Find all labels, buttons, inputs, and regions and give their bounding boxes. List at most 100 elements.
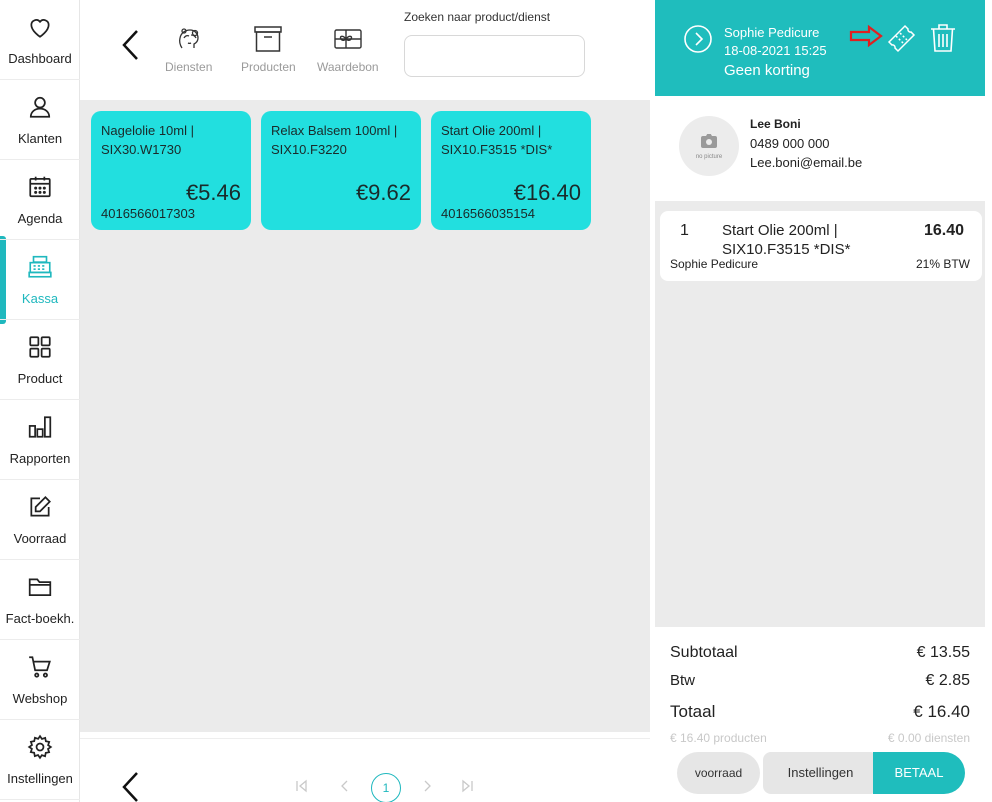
sidebar-item-rapporten[interactable]: Rapporten: [0, 400, 80, 480]
user-icon: [29, 96, 51, 118]
total-value: € 16.40: [913, 702, 970, 721]
sidebar-item-klanten[interactable]: Klanten: [0, 80, 80, 160]
back-chevron-icon[interactable]: [116, 769, 146, 802]
customer-phone: 0489 000 000: [750, 136, 830, 151]
subtotal-value: € 13.55: [916, 644, 970, 661]
annotation-arrow-icon: [849, 24, 883, 48]
grid-icon: [29, 336, 51, 358]
vat-row: Btw € 2.85: [670, 672, 970, 689]
products-amount: € 16.40 producten: [670, 731, 767, 745]
last-page-icon[interactable]: [460, 779, 474, 793]
cart-list: 1 Start Olie 200ml | SIX10.F3515 *DIS* 1…: [655, 201, 985, 627]
ticket-discount[interactable]: Geen korting: [724, 62, 810, 79]
sidebar-item-label: Product: [17, 371, 63, 386]
trash-icon[interactable]: [930, 23, 956, 53]
cart-icon: [29, 656, 51, 678]
tool-label: Waardebon: [317, 60, 379, 74]
tool-waardebon[interactable]: Waardebon: [317, 24, 379, 74]
ticket-icon[interactable]: [885, 22, 917, 54]
customer-name: Lee Boni: [750, 117, 801, 131]
avatar: no picture: [679, 116, 739, 176]
next-page-icon[interactable]: [420, 779, 434, 793]
tool-producten[interactable]: Producten: [241, 24, 296, 74]
sidebar-item-label: Instellingen: [7, 771, 73, 786]
sidebar-item-label: Fact-boekh.: [5, 611, 75, 626]
pay-button[interactable]: BETAAL: [873, 752, 965, 794]
face-icon: [178, 28, 199, 49]
bar-chart-icon: [28, 416, 52, 438]
search-label: Zoeken naar product/dienst: [404, 10, 551, 24]
product-card[interactable]: Nagelolie 10ml | SIX30.W1730 €5.46 40165…: [91, 111, 251, 230]
settings-button[interactable]: Instellingen: [763, 752, 878, 794]
stock-button[interactable]: voorraad: [677, 752, 760, 794]
sidebar-item-agenda[interactable]: Agenda: [0, 160, 80, 240]
toolbar: Diensten Producten Waardebon Zoeken naar…: [80, 0, 650, 96]
product-card[interactable]: Start Olie 200ml | SIX10.F3515 *DIS* €16…: [431, 111, 591, 230]
sidebar-item-instellingen[interactable]: Instellingen: [0, 720, 80, 800]
services-amount: € 0.00 diensten: [887, 731, 970, 745]
camera-icon: [701, 134, 717, 148]
product-name: Nagelolie 10ml | SIX30.W1730: [101, 123, 194, 157]
tool-label: Diensten: [165, 60, 213, 74]
calendar-icon: [29, 176, 51, 198]
sidebar-item-webshop[interactable]: Webshop: [0, 640, 80, 720]
sidebar-item-dashboard[interactable]: Dashboard: [0, 0, 80, 80]
product-price: €5.46: [185, 180, 241, 205]
line-vat: 21% BTW: [915, 257, 970, 271]
customer-email: Lee.boni@email.be: [750, 155, 863, 170]
cart-line[interactable]: 1 Start Olie 200ml | SIX10.F3515 *DIS* 1…: [660, 211, 982, 281]
subtotal-label: Subtotaal: [670, 644, 738, 661]
search-input[interactable]: [404, 35, 585, 77]
customer-card[interactable]: no picture Lee Boni 0489 000 000 Lee.bon…: [655, 96, 985, 198]
tool-label: Producten: [241, 60, 296, 74]
avatar-placeholder-text: no picture: [695, 154, 723, 160]
cash-register-icon: [28, 255, 52, 278]
product-price: €9.62: [355, 180, 411, 205]
sidebar-item-label: Dashboard: [8, 51, 72, 66]
line-price: 16.40: [923, 222, 964, 239]
ticket-datetime: 18-08-2021 15:25: [724, 43, 827, 58]
subtotal-row: Subtotaal € 13.55: [670, 644, 970, 662]
chevron-right-circle-icon[interactable]: [683, 24, 713, 54]
line-employee: Sophie Pedicure: [670, 257, 759, 271]
sidebar-item-label: Voorraad: [13, 531, 67, 546]
folder-icon: [28, 578, 52, 596]
ticket-panel: Sophie Pedicure 18-08-2021 15:25 Geen ko…: [655, 0, 985, 802]
sidebar-item-label: Kassa: [21, 291, 59, 306]
total-label: Totaal: [670, 702, 716, 721]
gift-card-icon: [334, 29, 362, 49]
vat-label: Btw: [670, 672, 696, 689]
sidebar-item-fact-boekh[interactable]: Fact-boekh.: [0, 560, 80, 640]
product-barcode: 4016566035154: [441, 206, 535, 221]
first-page-icon[interactable]: [295, 779, 309, 793]
back-chevron-icon[interactable]: [116, 25, 146, 65]
totals-panel: Subtotaal € 13.55 Btw € 2.85 Totaal € 16…: [655, 632, 985, 802]
line-quantity: 1: [680, 222, 689, 239]
gear-icon: [27, 734, 53, 760]
prev-page-icon[interactable]: [338, 779, 352, 793]
sidebar-item-label: Webshop: [12, 691, 68, 706]
pagination-bar: 1: [80, 738, 650, 802]
vat-value: € 2.85: [925, 672, 970, 689]
product-name: Relax Balsem 100ml | SIX10.F3220: [271, 123, 398, 157]
sidebar: Dashboard Klanten Agenda Kassa Product R…: [0, 0, 80, 802]
total-row: Totaal € 16.40: [670, 702, 970, 722]
sidebar-item-kassa[interactable]: Kassa: [0, 240, 80, 320]
sidebar-item-label: Rapporten: [9, 451, 71, 466]
ticket-header: Sophie Pedicure 18-08-2021 15:25 Geen ko…: [655, 0, 985, 96]
ticket-employee: Sophie Pedicure: [724, 25, 820, 40]
sidebar-item-label: Klanten: [17, 131, 63, 146]
tool-diensten[interactable]: Diensten: [165, 24, 212, 74]
sidebar-item-product[interactable]: Product: [0, 320, 80, 400]
sidebar-item-voorraad[interactable]: Voorraad: [0, 480, 80, 560]
product-name: Start Olie 200ml | SIX10.F3515 *DIS*: [441, 123, 553, 157]
product-card[interactable]: Relax Balsem 100ml | SIX10.F3220 €9.62: [261, 111, 421, 230]
product-price: €16.40: [513, 180, 581, 205]
product-barcode: 4016566017303: [101, 206, 195, 221]
breakdown-row: € 16.40 producten € 0.00 diensten: [670, 731, 970, 745]
page-number[interactable]: 1: [371, 773, 401, 802]
heart-icon: [30, 19, 50, 38]
edit-icon: [30, 496, 51, 517]
box-icon: [254, 26, 283, 52]
line-name: Start Olie 200ml | SIX10.F3515 *DIS*: [722, 222, 851, 258]
